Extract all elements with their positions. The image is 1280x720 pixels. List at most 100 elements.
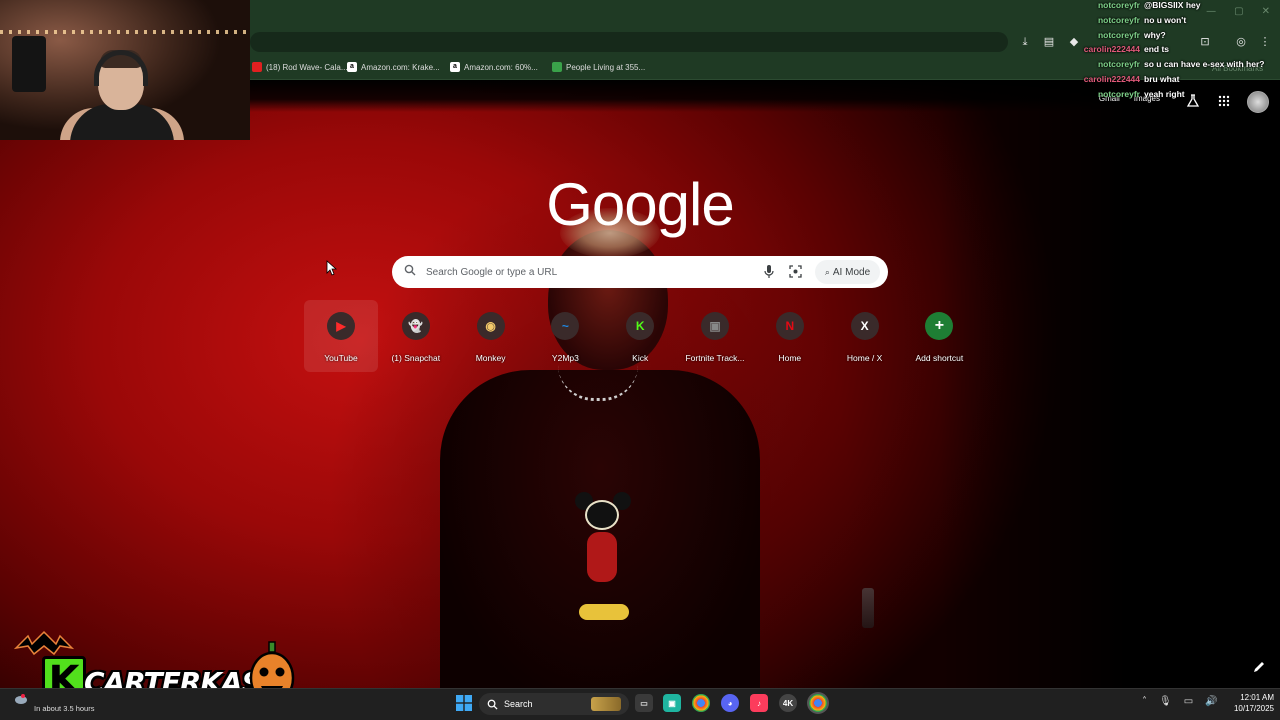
- x-icon: X: [850, 312, 879, 340]
- chat-message: carolin222444 end ts: [1060, 44, 1280, 58]
- bookmark-item[interactable]: People Living at 355...: [552, 59, 645, 75]
- customize-pencil-icon[interactable]: [1252, 660, 1266, 674]
- 4k-downloader-icon[interactable]: 4K: [779, 694, 797, 712]
- chat-username: notcoreyfr: [1097, 29, 1140, 40]
- chat-username: notcoreyfr: [1097, 88, 1140, 99]
- youtube-icon: ▶: [327, 312, 355, 340]
- weather-icon[interactable]: [14, 692, 28, 706]
- youtube-favicon-icon: [252, 62, 262, 72]
- windows-start-icon[interactable]: [455, 694, 473, 712]
- kick-icon: K: [626, 312, 655, 340]
- shortcut-tile[interactable]: ▣ Fortnite Track...: [678, 300, 752, 372]
- chat-username: carolin222444: [1083, 44, 1140, 55]
- shortcut-label: (1) Snapchat: [391, 353, 441, 363]
- microphone-icon[interactable]: 🎙: [1159, 696, 1172, 707]
- chat-username: carolin222444: [1083, 74, 1140, 84]
- search-icon: [404, 264, 416, 276]
- hanging-jacket: [12, 36, 46, 92]
- shortcut-label: Y2Mp3: [551, 353, 579, 363]
- shortcut-label: Fortnite Track...: [685, 353, 745, 363]
- y2mp3-icon: ~: [551, 312, 580, 340]
- download-icon[interactable]: ⤓: [1017, 34, 1033, 50]
- shirt-graphic: [575, 492, 631, 632]
- network-icon[interactable]: ▭: [1184, 696, 1193, 707]
- system-tray: ˄ 🎙 ▭ 🔊: [1142, 696, 1218, 707]
- shortcut-label: YouTube: [324, 353, 358, 363]
- chat-username: notcoreyfr: [1097, 14, 1140, 25]
- chat-message: notcoreyfr why?: [1060, 30, 1280, 44]
- chat-username: notcoreyfr: [1097, 0, 1140, 10]
- chat-text: @BIGSIIX hey: [1144, 0, 1201, 10]
- chat-username: notcoreyfr: [1097, 59, 1140, 70]
- background-stage-light: [862, 588, 874, 628]
- chat-text: so u can have e-sex with her?: [1144, 59, 1265, 70]
- amazon-favicon-icon: a: [450, 62, 460, 72]
- string-lights: [0, 30, 250, 34]
- chat-message: notcoreyfr no u won't: [1060, 15, 1280, 29]
- bookmark-label: (18) Rod Wave- Cala...: [266, 62, 348, 72]
- chevron-up-icon[interactable]: ˄: [1142, 696, 1147, 707]
- snapchat-icon: 👻: [401, 312, 430, 340]
- ai-mode-button[interactable]: ⌕ AI Mode: [815, 260, 880, 284]
- plus-icon: +: [925, 312, 954, 340]
- bookmark-label: Amazon.com: 60%...: [464, 62, 538, 72]
- shortcut-label: Monkey: [475, 353, 506, 363]
- bookmark-item[interactable]: a Amazon.com: Krake...: [347, 59, 440, 75]
- chat-text: no u won't: [1144, 14, 1187, 25]
- taskbar-search-label: Search: [504, 699, 533, 709]
- google-logo: Google: [546, 171, 734, 238]
- chat-overlay: notcoreyfr @BIGSIIX hey notcoreyfr no u won…: [1060, 0, 1280, 110]
- shortcut-label: Home / X: [846, 353, 883, 363]
- fortnite-tracker-icon: ▣: [701, 312, 729, 340]
- taskbar-clock[interactable]: 12:01 AM 10/17/2025: [1214, 692, 1274, 714]
- chat-message: notcoreyfr yeah right: [1060, 89, 1280, 103]
- clock-time: 12:01 AM: [1240, 693, 1274, 702]
- screen: — ▢ ✕ ⤓ ▤ ◆ ⊡ ◎ ⋮ (18) Rod Wave- Cala...…: [0, 0, 1280, 720]
- voice-search-icon[interactable]: [764, 264, 774, 280]
- lens-camera-icon[interactable]: [789, 265, 802, 278]
- generic-favicon-icon: [552, 62, 562, 72]
- ai-mode-label: AI Mode: [832, 266, 871, 278]
- app-icon[interactable]: ▣: [663, 694, 681, 712]
- monkey-icon: ◉: [476, 312, 505, 340]
- chat-message: notcoreyfr so u can have e-sex with her?: [1060, 59, 1280, 73]
- search-box[interactable]: ⌕ AI Mode: [392, 256, 888, 288]
- chrome-active-icon[interactable]: [809, 694, 827, 712]
- bookmark-item[interactable]: (18) Rod Wave- Cala...: [252, 59, 348, 75]
- bookmark-item[interactable]: a Amazon.com: 60%...: [450, 59, 538, 75]
- shortcut-tile[interactable]: N Home: [753, 300, 827, 372]
- shortcut-tile[interactable]: + Add shortcut: [902, 300, 976, 372]
- chat-message: notcoreyfr @BIGSIIX hey: [1060, 0, 1280, 14]
- task-view-icon[interactable]: ▭: [635, 694, 653, 712]
- bookmark-label: Amazon.com: Krake...: [361, 62, 440, 72]
- music-icon[interactable]: ♪: [750, 694, 768, 712]
- mouse-cursor-icon: [326, 260, 338, 276]
- chat-message: carolin222444 bru what: [1060, 74, 1280, 88]
- extension-icon[interactable]: ▤: [1041, 34, 1057, 50]
- shortcut-tile[interactable]: 👻 (1) Snapchat: [379, 300, 453, 372]
- chat-text: end ts: [1144, 44, 1170, 55]
- taskbar-search[interactable]: Search: [479, 693, 629, 715]
- weather-forecast-text[interactable]: In about 3.5 hours: [34, 704, 94, 713]
- shortcut-tile[interactable]: ◉ Monkey: [454, 300, 528, 372]
- shortcut-tile[interactable]: X Home / X: [828, 300, 902, 372]
- chat-text: bru what: [1144, 74, 1180, 84]
- search-input[interactable]: [426, 256, 746, 288]
- amazon-favicon-icon: a: [347, 62, 357, 72]
- shortcut-label: Kick: [632, 353, 649, 363]
- chat-text: why?: [1144, 29, 1166, 40]
- bookmark-label: People Living at 355...: [566, 62, 646, 72]
- webcam-overlay: [0, 0, 250, 140]
- search-icon: [487, 699, 498, 710]
- shortcut-tile[interactable]: ~ Y2Mp3: [528, 300, 602, 372]
- address-bar[interactable]: [250, 32, 1008, 52]
- shortcut-tile[interactable]: ▶ YouTube: [304, 300, 378, 372]
- discord-icon[interactable]: ◕: [721, 694, 739, 712]
- chrome-icon[interactable]: [692, 694, 710, 712]
- netflix-icon: N: [775, 312, 804, 340]
- chat-text: yeah right: [1144, 88, 1185, 99]
- shortcut-label: Home: [778, 353, 802, 363]
- shortcut-tile[interactable]: K Kick: [603, 300, 677, 372]
- clock-date: 10/17/2025: [1233, 704, 1274, 713]
- new-tab-page: Gmail Images Google Search Google or typ…: [0, 80, 1280, 688]
